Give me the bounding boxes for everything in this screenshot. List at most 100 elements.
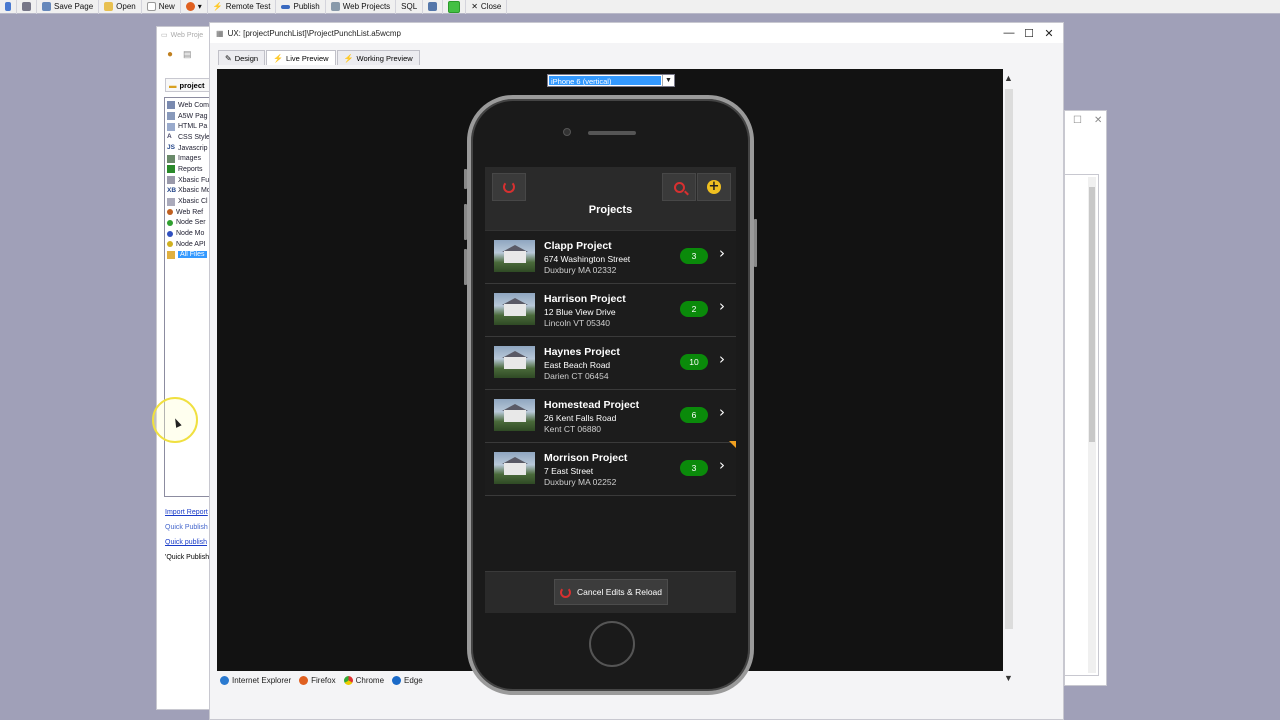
- right-window-controls: ☐ ✕: [1065, 111, 1106, 126]
- toolbar-left-stub[interactable]: [0, 0, 17, 14]
- web-projects-button[interactable]: Web Projects: [326, 0, 397, 14]
- refresh-icon[interactable]: ●: [167, 49, 173, 60]
- project-thumbnail: [494, 240, 535, 272]
- refresh-button[interactable]: [492, 173, 526, 201]
- tree-item-label: Node API: [176, 240, 206, 248]
- web-projects-tools: ● ▤: [157, 43, 217, 65]
- scroll-down-icon[interactable]: ▼: [1004, 673, 1013, 683]
- add-project-button[interactable]: +: [697, 173, 731, 201]
- phone-mute-switch: [464, 169, 467, 189]
- run-button[interactable]: [443, 0, 467, 14]
- maximize-icon: ☐: [1024, 27, 1034, 40]
- phone-frame: + Projects Clapp Project 674 Washington …: [464, 95, 757, 695]
- reload-icon: [559, 586, 571, 598]
- folder-icon: [167, 250, 175, 259]
- maximize-icon[interactable]: ☐: [1073, 115, 1082, 126]
- minimize-button[interactable]: —: [999, 25, 1019, 41]
- browser-dropdown-button[interactable]: ▾: [181, 0, 208, 14]
- cancel-edits-button[interactable]: Cancel Edits & Reload: [554, 579, 668, 605]
- project-thumbnail: [494, 293, 535, 325]
- phone-volume-up: [464, 204, 467, 240]
- new-item-icon[interactable]: ▤: [183, 49, 192, 60]
- sql-button[interactable]: SQL: [396, 0, 424, 14]
- js-icon: JS: [167, 144, 175, 152]
- chevron-right-icon: ›: [719, 456, 725, 474]
- scrollbar-thumb[interactable]: [1089, 187, 1095, 442]
- phone-speaker: [588, 131, 636, 135]
- scroll-up-icon[interactable]: ▲: [1004, 73, 1013, 83]
- phone-screen: + Projects Clapp Project 674 Washington …: [485, 167, 736, 613]
- right-window-pane: [1065, 174, 1099, 676]
- app-footer: Cancel Edits & Reload: [485, 571, 736, 613]
- list-item[interactable]: Harrison Project 12 Blue View Drive Linc…: [485, 284, 736, 337]
- save-page-button[interactable]: Save Page: [37, 0, 100, 14]
- new-file-icon: [146, 2, 156, 11]
- xbasic-function-icon: [167, 176, 175, 185]
- save-page-label: Save Page: [54, 2, 94, 11]
- close-icon: ✕: [1044, 27, 1054, 40]
- list-item[interactable]: Morrison Project 7 East Street Duxbury M…: [485, 441, 736, 496]
- web-projects-title: Web Proje: [170, 31, 204, 39]
- remote-test-button[interactable]: ⚡ Remote Test: [208, 0, 277, 14]
- text-tool-button[interactable]: [423, 0, 444, 14]
- preview-scrollbar[interactable]: ▲ ▼: [1003, 69, 1015, 683]
- punch-count-badge: 3: [680, 248, 708, 264]
- xbasic-class-icon: [167, 197, 175, 206]
- internet-explorer-button[interactable]: Internet Explorer: [220, 676, 291, 685]
- tree-item-label: Xbasic Mo: [178, 187, 211, 195]
- scrollbar-thumb[interactable]: [1005, 89, 1013, 629]
- open-button[interactable]: Open: [99, 0, 142, 14]
- firefox-icon: [185, 2, 195, 11]
- tab-working-preview[interactable]: ⚡ Working Preview: [336, 50, 420, 65]
- live-preview-pane: iPhone 6 (vertical) ▼ + Projects Clapp P…: [217, 69, 1003, 695]
- close-icon: ✕: [471, 2, 478, 11]
- right-window-scrollbar[interactable]: [1088, 177, 1096, 673]
- chevron-down-icon[interactable]: ▼: [662, 75, 674, 86]
- project-street: East Beach Road: [544, 360, 611, 370]
- punch-count-badge: 3: [680, 460, 708, 476]
- edge-button[interactable]: Edge: [392, 676, 423, 685]
- project-name: Haynes Project: [544, 346, 620, 358]
- close-button[interactable]: ✕ Close: [466, 0, 508, 14]
- list-item[interactable]: Haynes Project East Beach Road Darien CT…: [485, 337, 736, 390]
- page-title: Projects: [588, 204, 633, 216]
- lightning-icon: ⚡: [212, 2, 223, 11]
- project-city: Duxbury MA 02332: [544, 265, 617, 275]
- window-controls: — ☐ ✕: [999, 25, 1059, 41]
- chrome-button[interactable]: Chrome: [343, 676, 384, 685]
- web-projects-titlebar: ▭ Web Proje: [157, 27, 217, 43]
- edge-icon: [392, 676, 402, 685]
- browser-label: Internet Explorer: [232, 676, 292, 685]
- tab-design[interactable]: ✎ Design: [218, 50, 266, 65]
- xbasic-module-icon: XB: [167, 186, 177, 194]
- new-button[interactable]: New: [142, 0, 181, 14]
- search-button[interactable]: [662, 173, 696, 201]
- tree-item-label: Node Ser: [176, 219, 206, 227]
- tree-item-label: HTML Pa: [178, 123, 208, 131]
- run-icon: [448, 0, 461, 13]
- project-street: 674 Washington Street: [544, 254, 631, 264]
- web-ref-icon: [167, 209, 173, 216]
- images-icon: [167, 154, 175, 163]
- tree-item-label: All Files: [178, 251, 207, 259]
- device-select[interactable]: iPhone 6 (vertical) ▼: [547, 74, 675, 87]
- ux-window-title: UX: [projectPunchList]\ProjectPunchList.…: [227, 28, 401, 38]
- close-icon[interactable]: ✕: [1094, 115, 1102, 126]
- tree-item-label: CSS Style: [178, 133, 210, 141]
- firefox-button[interactable]: Firefox: [299, 676, 336, 685]
- phone-power-button: [754, 219, 757, 267]
- toolbar-grid-button[interactable]: [17, 0, 37, 14]
- tree-item-label: Javascrip: [178, 144, 208, 152]
- close-window-button[interactable]: ✕: [1039, 25, 1059, 41]
- project-thumbnail: [494, 399, 535, 431]
- right-background-window: ☐ ✕: [1064, 110, 1107, 686]
- project-name: Morrison Project: [544, 452, 628, 464]
- list-item[interactable]: Clapp Project 674 Washington Street Duxb…: [485, 231, 736, 284]
- list-item[interactable]: Homestead Project 26 Kent Falls Road Ken…: [485, 390, 736, 443]
- search-icon: [673, 181, 685, 193]
- phone-volume-down: [464, 249, 467, 285]
- maximize-button[interactable]: ☐: [1019, 25, 1039, 41]
- publish-button[interactable]: Publish: [276, 0, 326, 14]
- node-service-icon: [167, 219, 173, 226]
- tab-live-preview[interactable]: ⚡ Live Preview: [266, 50, 336, 65]
